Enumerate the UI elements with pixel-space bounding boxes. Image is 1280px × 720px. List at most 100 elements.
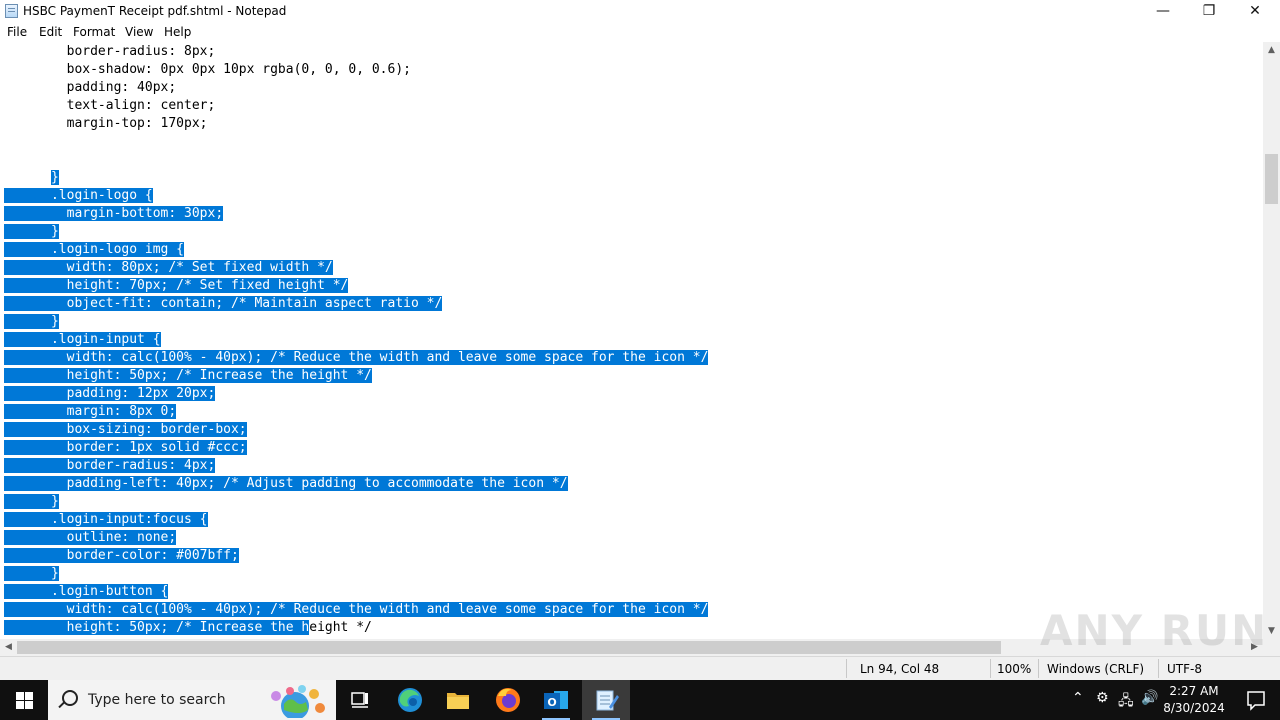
selected-code-text: height: 50px; /* Increase the h	[4, 620, 310, 635]
selected-code-text: margin-bottom: 30px;	[4, 206, 224, 221]
status-bar: Ln 94, Col 48 100% Windows (CRLF) UTF-8	[0, 656, 1280, 680]
selected-code-text: padding: 12px 20px;	[4, 386, 216, 401]
menu-file[interactable]: File	[7, 25, 27, 39]
firefox-icon[interactable]	[484, 680, 532, 720]
scroll-up-icon[interactable]: ▲	[1263, 45, 1280, 55]
code-line: margin: 8px 0;	[4, 403, 177, 421]
code-line: padding: 12px 20px;	[4, 385, 216, 403]
text-editor[interactable]: border-radius: 8px; box-shadow: 0px 0px …	[0, 42, 1263, 639]
status-divider	[990, 659, 991, 678]
code-line: padding: 40px;	[4, 79, 177, 97]
code-line: text-align: center;	[4, 97, 216, 115]
search-icon	[62, 690, 78, 706]
taskbar: Type here to search O ⌃ ⚙ 🖧 🔊 2:27 AM 8/…	[0, 680, 1280, 720]
code-line: }	[4, 493, 59, 511]
code-text: text-align: center;	[4, 98, 216, 113]
selected-code-text: width: calc(100% - 40px); /* Reduce the …	[4, 350, 709, 365]
selected-code-text: }	[4, 224, 59, 239]
selected-code-text: }	[4, 566, 59, 581]
taskbar-search-box[interactable]: Type here to search	[48, 680, 336, 720]
search-placeholder: Type here to search	[88, 692, 226, 708]
selected-code-text: border-color: #007bff;	[4, 548, 239, 563]
selected-code-text: .login-input {	[4, 332, 161, 347]
code-line: border-radius: 4px;	[4, 457, 216, 475]
clock-date[interactable]: 8/30/2024	[1162, 701, 1226, 715]
outlook-icon[interactable]: O	[532, 680, 580, 720]
encoding: UTF-8	[1167, 662, 1202, 676]
menu-bar: File Edit Format View Help	[0, 22, 1280, 43]
selected-code-text: border: 1px solid #ccc;	[4, 440, 247, 455]
selected-code-text: .login-logo {	[4, 188, 153, 203]
selected-code-text: border-radius: 4px;	[4, 458, 216, 473]
selected-code-text: }	[50, 170, 59, 185]
notepad-taskbar-icon[interactable]	[582, 680, 630, 720]
security-tray-icon[interactable]: ⚙	[1096, 690, 1109, 706]
volume-icon[interactable]: 🔊	[1141, 690, 1158, 706]
windows-logo-icon	[16, 692, 24, 700]
scroll-left-icon[interactable]: ◀	[0, 642, 17, 652]
task-view-icon[interactable]	[336, 680, 384, 720]
network-icon[interactable]: 🖧	[1118, 690, 1134, 714]
maximize-button[interactable]: ❐	[1186, 0, 1232, 22]
code-line: height: 70px; /* Set fixed height */	[4, 277, 349, 295]
notifications-icon[interactable]	[1232, 680, 1280, 720]
selected-code-text: .login-input:focus {	[4, 512, 208, 527]
file-explorer-icon[interactable]	[434, 680, 482, 720]
code-line: border: 1px solid #ccc;	[4, 439, 247, 457]
selected-code-text: .login-logo img {	[4, 242, 185, 257]
clock-time[interactable]: 2:27 AM	[1166, 684, 1222, 698]
code-line: .login-input {	[4, 331, 161, 349]
windows-logo-icon	[25, 701, 33, 709]
selected-code-text: object-fit: contain; /* Maintain aspect …	[4, 296, 443, 311]
minimize-button[interactable]: —	[1140, 0, 1186, 22]
code-line: outline: none;	[4, 529, 177, 547]
code-line: margin-bottom: 30px;	[4, 205, 224, 223]
cursor-position: Ln 94, Col 48	[860, 662, 940, 676]
status-divider	[1038, 659, 1039, 678]
code-line: border-color: #007bff;	[4, 547, 239, 565]
code-line: width: calc(100% - 40px); /* Reduce the …	[4, 349, 709, 367]
show-hidden-icons-chevron-icon[interactable]: ⌃	[1072, 690, 1084, 706]
code-line: .login-input:focus {	[4, 511, 208, 529]
edge-browser-icon[interactable]	[386, 680, 434, 720]
code-line: object-fit: contain; /* Maintain aspect …	[4, 295, 443, 313]
code-line: height: 50px; /* Increase the height */	[4, 367, 372, 385]
svg-text:O: O	[547, 696, 556, 709]
code-text: border-radius: 8px;	[4, 44, 216, 59]
window-title: HSBC PaymenT Receipt pdf.shtml - Notepad	[23, 4, 287, 18]
code-line: }	[4, 565, 59, 583]
code-line: }	[4, 169, 59, 187]
menu-view[interactable]: View	[125, 25, 153, 39]
selected-code-text: .login-button {	[4, 584, 169, 599]
menu-edit[interactable]: Edit	[39, 25, 62, 39]
code-line: box-shadow: 0px 0px 10px rgba(0, 0, 0, 0…	[4, 61, 411, 79]
selected-code-text: }	[4, 314, 59, 329]
windows-logo-icon	[25, 692, 33, 700]
horizontal-scroll-thumb[interactable]	[17, 641, 1001, 654]
selected-code-text: padding-left: 40px; /* Adjust padding to…	[4, 476, 568, 491]
status-divider	[846, 659, 847, 678]
line-ending: Windows (CRLF)	[1047, 662, 1145, 676]
menu-format[interactable]: Format	[73, 25, 115, 39]
code-line: border-radius: 8px;	[4, 43, 216, 61]
start-button[interactable]	[0, 680, 48, 720]
selected-code-text: box-sizing: border-box;	[4, 422, 247, 437]
status-divider	[1158, 659, 1159, 678]
title-bar: HSBC PaymenT Receipt pdf.shtml - Notepad…	[0, 0, 1280, 22]
code-text: eight */	[309, 620, 372, 635]
vertical-scrollbar[interactable]: ▲ ▼	[1263, 42, 1280, 639]
selected-code-text: height: 50px; /* Increase the height */	[4, 368, 372, 383]
anyrun-watermark: ANY RUN	[1040, 606, 1269, 655]
code-line: .login-logo {	[4, 187, 153, 205]
code-line: box-sizing: border-box;	[4, 421, 247, 439]
menu-help[interactable]: Help	[164, 25, 191, 39]
notepad-icon	[5, 4, 18, 18]
code-text: margin-top: 170px;	[4, 116, 208, 131]
code-line: .login-button {	[4, 583, 169, 601]
code-line: padding-left: 40px; /* Adjust padding to…	[4, 475, 568, 493]
selected-code-text: margin: 8px 0;	[4, 404, 177, 419]
vertical-scroll-thumb[interactable]	[1265, 154, 1278, 204]
close-button[interactable]: ✕	[1232, 0, 1278, 22]
selected-code-text: width: 80px; /* Set fixed width */	[4, 260, 333, 275]
